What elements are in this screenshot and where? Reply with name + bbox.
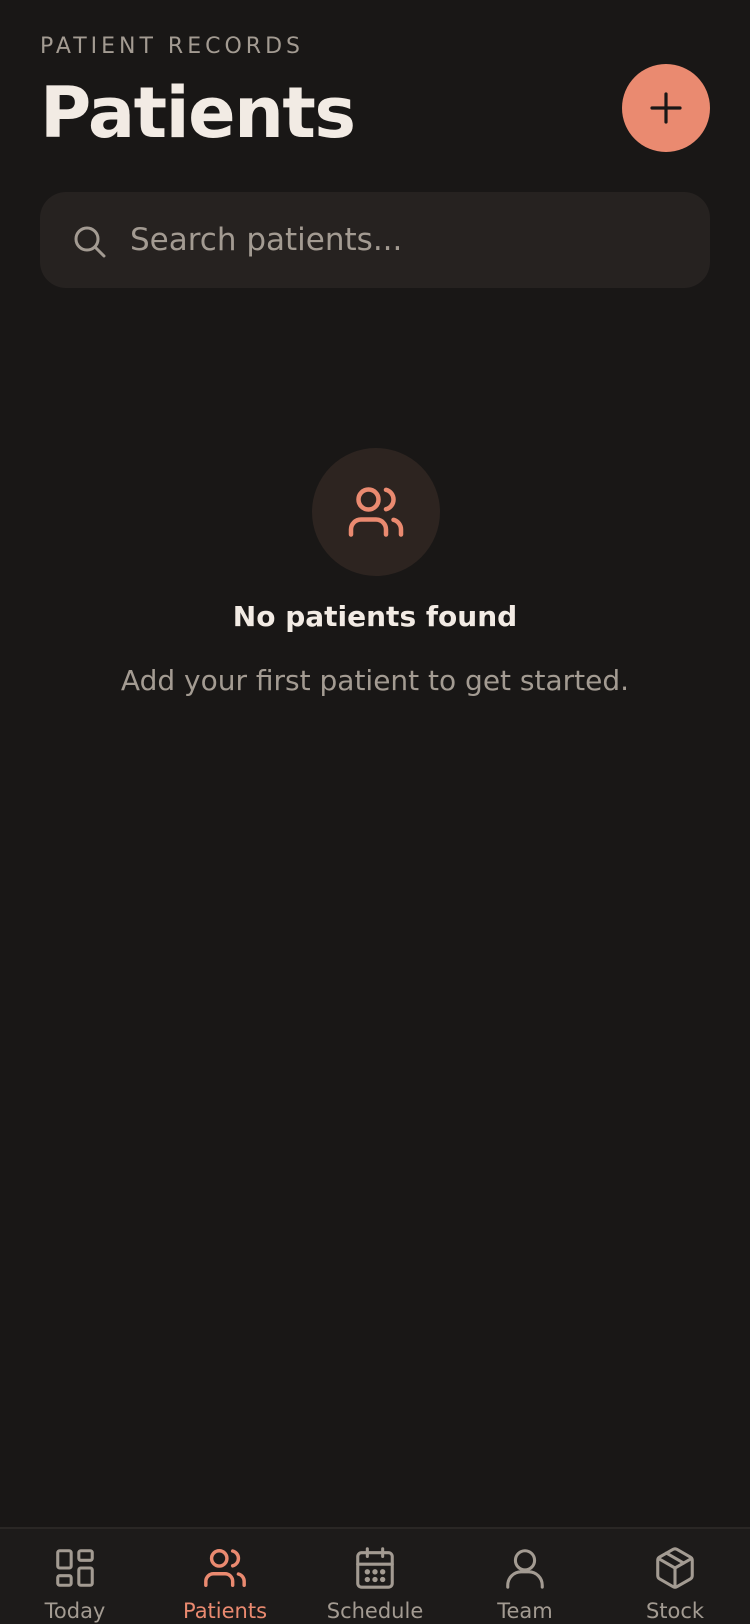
add-patient-button[interactable] [622,64,710,152]
users-icon [348,487,404,537]
users-icon [204,1549,246,1587]
user-icon [506,1549,544,1589]
search-input[interactable] [130,192,690,288]
tab-stock-label: Stock [645,1599,705,1623]
plus-icon [650,92,682,124]
section-eyebrow: PATIENT RECORDS [40,34,304,59]
tab-stock[interactable]: Stock [600,1529,750,1624]
box-icon [656,1547,694,1589]
grid-icon [56,1549,94,1587]
tab-team-label: Team [497,1599,553,1623]
tab-today[interactable]: Today [0,1529,150,1624]
empty-state-subtitle: Add your first patient to get started. [120,664,630,697]
tab-patients[interactable]: Patients [150,1529,300,1624]
search-bar[interactable] [40,192,710,288]
tab-today-label: Today [44,1599,106,1623]
bottom-tab-bar: Today Patients Schedule Team Stock [0,1527,750,1624]
tab-schedule-label: Schedule [326,1599,424,1623]
tab-patients-label: Patients [182,1599,268,1623]
search-icon [74,226,106,258]
tab-team[interactable]: Team [450,1529,600,1624]
patients-screen: PATIENT RECORDS Patients No patients fou… [0,0,750,1624]
empty-state-title: No patients found [232,600,518,633]
tab-schedule[interactable]: Schedule [300,1529,450,1624]
empty-state-icon-circle [312,448,440,576]
calendar-icon [356,1547,394,1589]
page-title: Patients [40,72,356,154]
